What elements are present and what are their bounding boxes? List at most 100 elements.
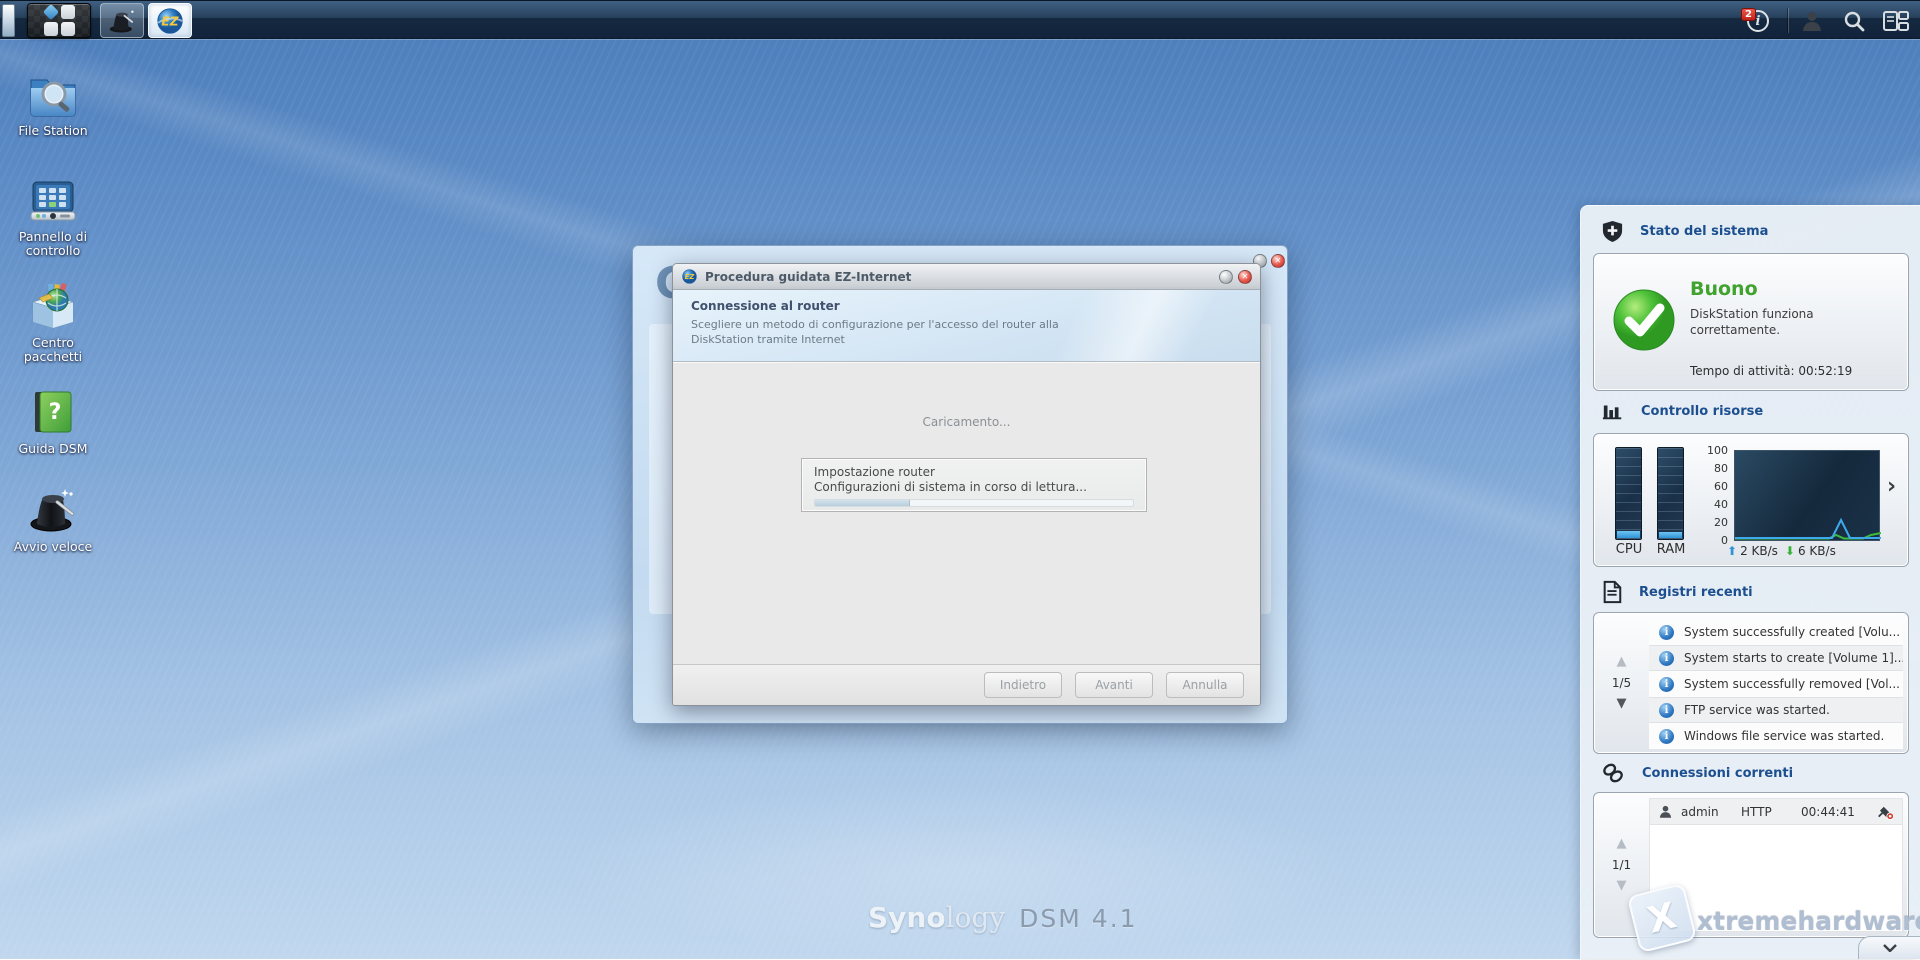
package-center-icon xyxy=(27,280,79,332)
expand-chevron-right[interactable]: › xyxy=(1887,474,1896,499)
svg-text:EZ: EZ xyxy=(685,273,696,281)
desktop-icon-label: File Station xyxy=(2,124,104,138)
log-row: iWindows file service was started. xyxy=(1649,723,1903,749)
bar-chart-icon xyxy=(1601,400,1625,422)
dialog-title: Procedura guidata EZ-Internet xyxy=(705,270,1219,284)
taskbar: EZ i 2 xyxy=(0,0,1920,39)
magic-hat-icon xyxy=(27,484,79,536)
log-row: i System starts to create [Volume 1]... xyxy=(1649,645,1903,671)
brand-serif-text: logy xyxy=(946,901,1006,934)
connections-pager: ▲ 1/1 ▼ xyxy=(1594,793,1649,937)
user-icon xyxy=(1658,804,1673,819)
system-health-card: Buono DiskStation funziona correttamente… xyxy=(1593,253,1909,391)
dsm-version: DSM 4.1 xyxy=(1019,904,1137,933)
desktop-icon-file-station[interactable]: File Station xyxy=(2,68,104,138)
connections-header: Connessioni correnti xyxy=(1601,762,1793,785)
cancel-button[interactable]: Annulla xyxy=(1166,672,1244,698)
magic-hat-icon xyxy=(107,6,137,36)
y-tick: 40 xyxy=(1702,498,1728,511)
search-icon xyxy=(1842,9,1866,33)
svg-text:?: ? xyxy=(49,400,62,425)
taskbar-divider xyxy=(1788,8,1789,33)
download-speed: 6 KB/s xyxy=(1798,544,1836,558)
pilot-view-button[interactable] xyxy=(1882,7,1910,35)
close-icon[interactable]: ✕ xyxy=(1238,270,1252,284)
taskbar-ez-internet-button[interactable]: EZ xyxy=(148,3,192,38)
connection-time: 00:44:41 xyxy=(1801,805,1869,819)
shield-icon xyxy=(1601,220,1624,243)
disconnect-icon[interactable] xyxy=(1877,803,1894,820)
pilot-view-icon xyxy=(1883,9,1909,33)
file-station-icon xyxy=(27,68,79,120)
info-icon: i xyxy=(1659,651,1674,666)
cpu-gauge xyxy=(1615,447,1642,540)
pager-up-chevron[interactable]: ▲ xyxy=(1617,657,1627,667)
show-desktop-button[interactable] xyxy=(2,4,15,37)
y-tick: 60 xyxy=(1702,480,1728,493)
dsm-help-icon: ? xyxy=(27,386,79,438)
widget-title: Registri recenti xyxy=(1639,585,1753,600)
status-text: Buono xyxy=(1690,278,1758,300)
log-row: iSystem successfully removed [Vol... xyxy=(1649,671,1903,697)
pilot-view-sidebar: Stato del sistema Buono DiskStation funz… xyxy=(1580,205,1920,959)
y-tick: 80 xyxy=(1702,462,1728,475)
logs-pager: ▲ 1/5 ▼ xyxy=(1594,613,1649,753)
notifications-button[interactable]: i 2 xyxy=(1744,7,1772,35)
close-icon[interactable]: ✕ xyxy=(1271,254,1285,268)
log-text: FTP service was started. xyxy=(1684,703,1830,717)
taskbar-quick-start-button[interactable] xyxy=(100,3,144,38)
connection-row: admin HTTP 00:44:41 xyxy=(1650,799,1902,825)
recent-logs-header: Registri recenti xyxy=(1601,580,1753,604)
connections-card: ▲ 1/1 ▼ admin HTTP 00:44:41 xyxy=(1593,792,1909,938)
search-button[interactable] xyxy=(1840,7,1868,35)
network-activity-chart xyxy=(1734,450,1880,541)
recent-logs-card: ▲ 1/5 ▼ i System successfully created [Vo… xyxy=(1593,612,1909,754)
pager-up-chevron[interactable]: ▲ xyxy=(1617,839,1627,849)
resource-monitor-header: Controllo risorse xyxy=(1601,400,1763,422)
dialog-step-description: Scegliere un metodo di configurazione pe… xyxy=(673,317,1093,347)
dialog-content: Caricamento... Impostazione router Confi… xyxy=(673,362,1260,664)
status-message: DiskStation funziona correttamente. xyxy=(1690,306,1855,338)
back-button[interactable]: Indietro xyxy=(984,672,1062,698)
notification-badge: 2 xyxy=(1741,8,1756,21)
dialog-titlebar[interactable]: EZ Procedura guidata EZ-Internet ✕ xyxy=(673,264,1260,290)
ez-internet-icon: EZ xyxy=(155,6,185,36)
ram-gauge-fill xyxy=(1659,532,1682,538)
menu-square xyxy=(61,22,75,36)
task-progress-box: Impostazione router Configurazioni di si… xyxy=(801,458,1147,512)
user-icon xyxy=(1800,9,1824,33)
next-button[interactable]: Avanti xyxy=(1075,672,1153,698)
y-tick: 100 xyxy=(1702,444,1728,457)
resource-monitor-card: CPU RAM 100 80 60 40 20 0 ⬆ 2 KB/s ⬇ 6 K… xyxy=(1593,433,1909,567)
loading-text: Caricamento... xyxy=(673,415,1260,429)
user-menu-button[interactable] xyxy=(1798,7,1826,35)
uptime-text: Tempo di attività: 00:52:19 xyxy=(1690,364,1852,378)
log-text: System starts to create [Volume 1]... xyxy=(1684,651,1903,665)
desktop-icon-quick-start[interactable]: Avvio veloce xyxy=(2,484,104,554)
widget-title: Stato del sistema xyxy=(1640,224,1768,239)
desktop-icon-label: Guida DSM xyxy=(2,442,104,456)
system-health-header: Stato del sistema xyxy=(1601,220,1768,243)
minimize-button[interactable] xyxy=(1219,270,1233,284)
ez-internet-icon: EZ xyxy=(681,268,698,285)
desktop-icon-label: Avvio veloce xyxy=(2,540,104,554)
sidebar-collapse-tab[interactable] xyxy=(1858,936,1920,959)
desktop-icon-package-center[interactable]: Centro pacchetti xyxy=(2,280,104,364)
synology-logo: Syno logy DSM 4.1 xyxy=(868,901,1138,934)
y-tick: 20 xyxy=(1702,516,1728,529)
main-menu-button[interactable] xyxy=(27,3,91,38)
upload-speed: 2 KB/s xyxy=(1740,544,1778,558)
progress-bar xyxy=(814,499,1134,507)
log-text: System successfully removed [Vol... xyxy=(1684,677,1900,691)
desktop-icon-control-panel[interactable]: Pannello di controllo xyxy=(2,174,104,258)
log-text: System successfully created [Volu... xyxy=(1684,625,1900,639)
main-menu-icon xyxy=(44,5,75,36)
upload-arrow-icon: ⬆ xyxy=(1727,544,1737,558)
desktop-icon-dsm-help[interactable]: ? Guida DSM xyxy=(2,386,104,456)
info-icon: i xyxy=(1659,729,1674,744)
menu-square xyxy=(44,22,58,36)
connection-user: admin xyxy=(1681,805,1733,819)
pager-down-chevron[interactable]: ▼ xyxy=(1617,699,1627,709)
widget-title: Connessioni correnti xyxy=(1642,766,1793,781)
pager-down-chevron[interactable]: ▼ xyxy=(1617,881,1627,891)
